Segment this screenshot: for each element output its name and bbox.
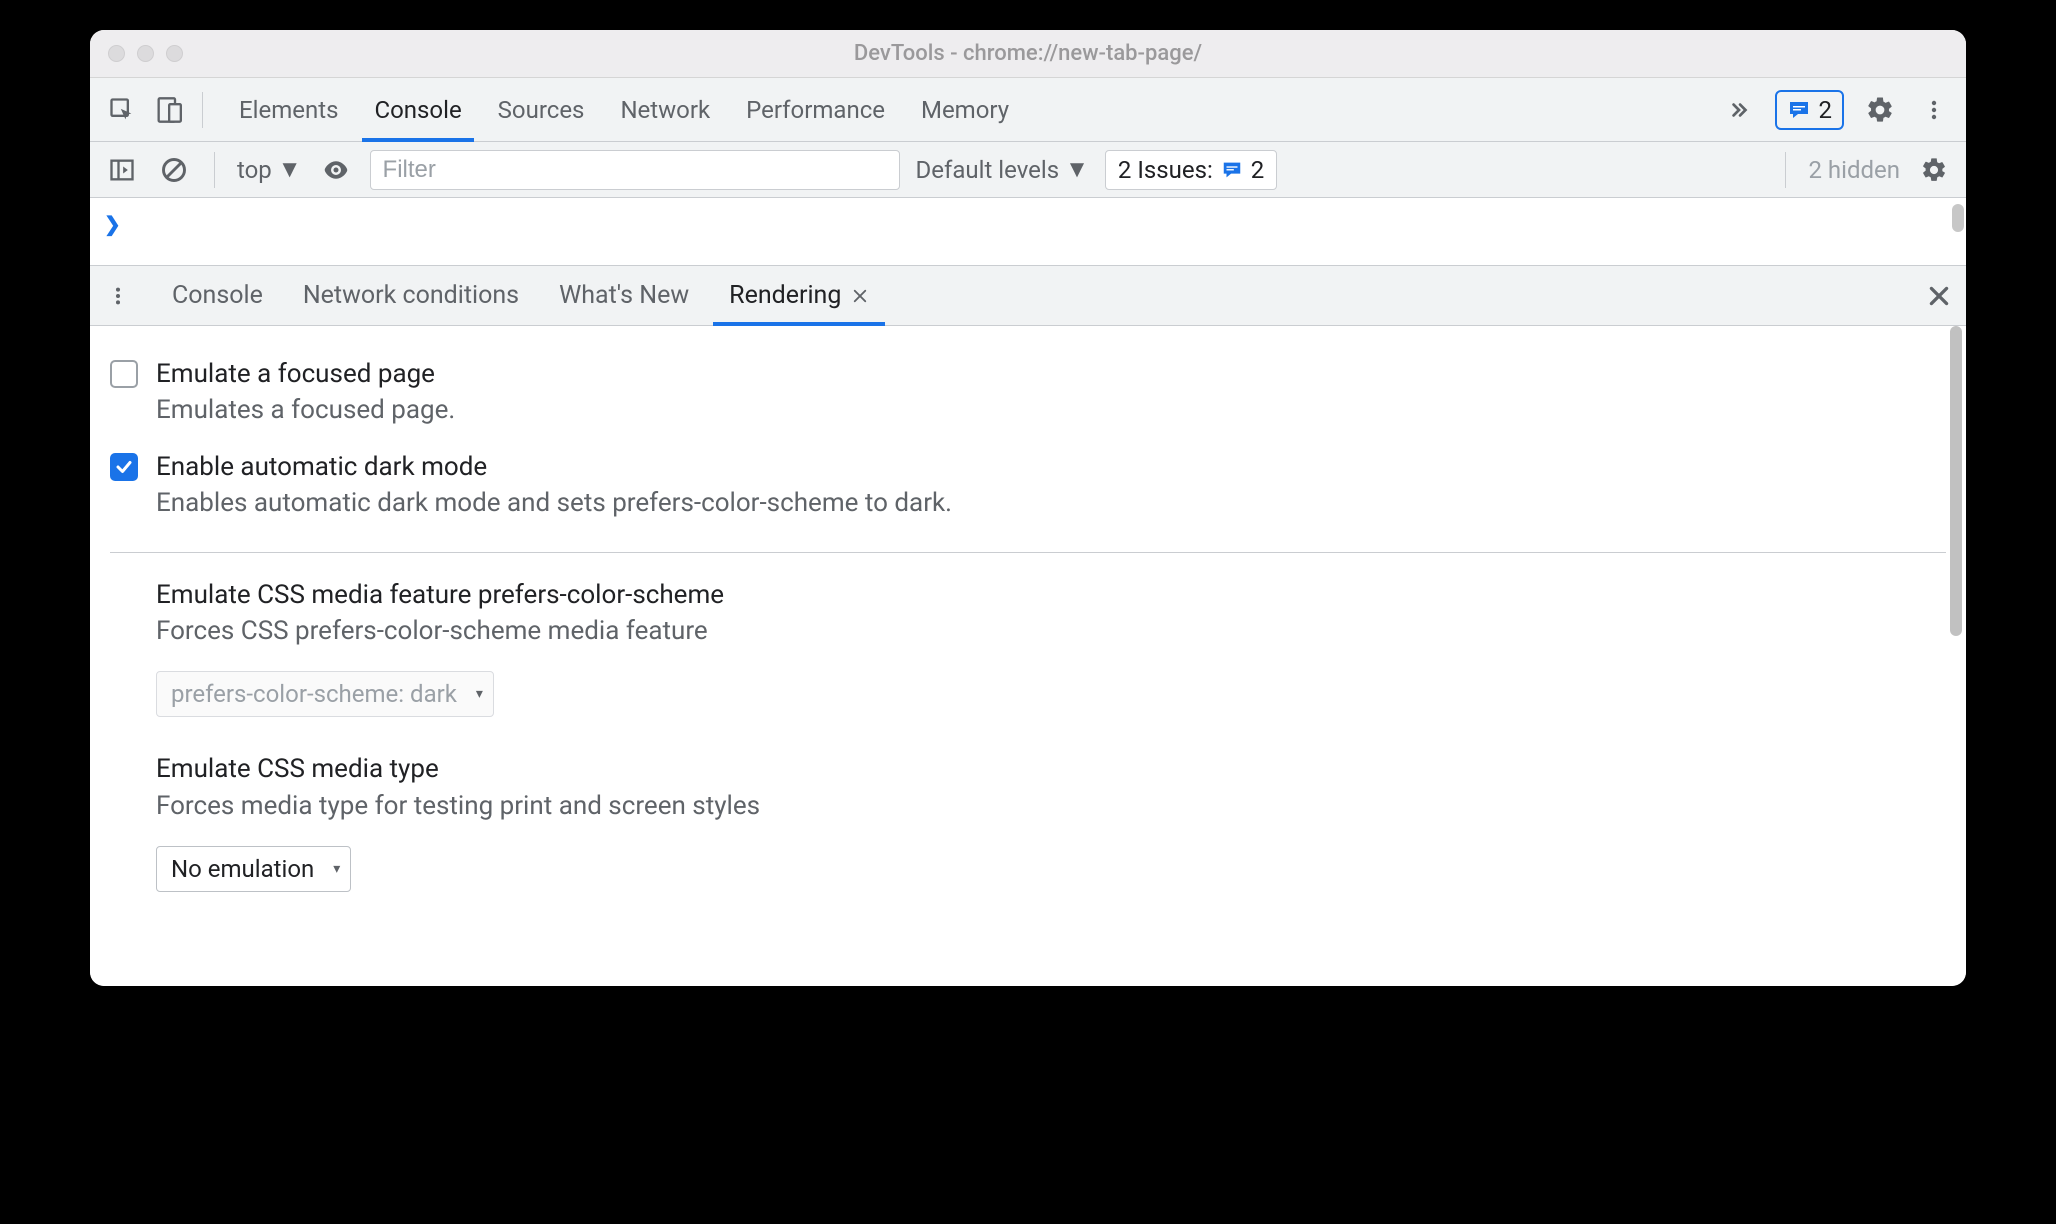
select-value: No emulation [171, 855, 314, 883]
select-media-type[interactable]: No emulation ▾ [156, 846, 351, 892]
checkbox-emulate-focused[interactable] [110, 360, 138, 388]
separator [1785, 152, 1786, 188]
tab-sources[interactable]: Sources [498, 78, 585, 141]
section-description: Forces CSS prefers-color-scheme media fe… [156, 613, 1946, 649]
message-icon [1787, 98, 1811, 122]
minimize-window-button[interactable] [137, 45, 154, 62]
chevron-down-icon: ▾ [333, 861, 340, 877]
tab-performance[interactable]: Performance [746, 78, 885, 141]
section-label: Emulate CSS media type [156, 751, 1946, 787]
settings-icon[interactable] [1862, 92, 1898, 128]
tab-elements[interactable]: Elements [239, 78, 338, 141]
main-tabs: Elements Console Sources Network Perform… [219, 78, 1711, 141]
separator [214, 152, 215, 188]
checkbox-auto-dark-mode[interactable] [110, 453, 138, 481]
select-prefers-color-scheme[interactable]: prefers-color-scheme: dark ▾ [156, 671, 494, 717]
filter-input[interactable] [370, 150, 900, 190]
more-tabs-icon[interactable] [1721, 92, 1757, 128]
titlebar: DevTools - chrome://new-tab-page/ [90, 30, 1966, 78]
kebab-menu-icon[interactable] [1916, 92, 1952, 128]
tab-memory[interactable]: Memory [921, 78, 1009, 141]
close-tab-icon[interactable] [851, 287, 869, 305]
clear-console-icon[interactable] [156, 152, 192, 188]
close-drawer-icon[interactable] [1926, 283, 1952, 309]
divider [110, 552, 1946, 553]
separator [202, 92, 203, 128]
issues-count: 2 [1251, 156, 1265, 184]
message-icon [1221, 159, 1243, 181]
drawer-tab-network-conditions[interactable]: Network conditions [303, 266, 519, 325]
drawer-tab-label: Rendering [729, 281, 841, 310]
drawer-tab-rendering[interactable]: Rendering [729, 266, 869, 325]
device-toolbar-icon[interactable] [150, 92, 186, 128]
scrollbar-thumb[interactable] [1950, 326, 1962, 636]
live-expression-icon[interactable] [318, 152, 354, 188]
context-value: top [237, 156, 272, 184]
option-description: Enables automatic dark mode and sets pre… [156, 485, 952, 521]
option-description: Emulates a focused page. [156, 392, 455, 428]
prompt-icon: ❯ [104, 212, 121, 236]
drawer-tabs: Console Network conditions What's New Re… [90, 266, 1966, 326]
option-label: Enable automatic dark mode [156, 449, 952, 485]
select-value: prefers-color-scheme: dark [171, 680, 457, 708]
toolbar-right: 2 [1721, 90, 1953, 130]
log-level-selector[interactable]: Default levels ▼ [916, 155, 1089, 184]
rendering-panel: Emulate a focused page Emulates a focuse… [90, 326, 1966, 986]
traffic-lights [90, 45, 183, 62]
issues-counter[interactable]: 2 Issues: 2 [1105, 150, 1277, 190]
devtools-window: DevTools - chrome://new-tab-page/ Elemen… [90, 30, 1966, 986]
hidden-messages[interactable]: 2 hidden [1808, 156, 1900, 184]
option-label: Emulate a focused page [156, 356, 455, 392]
tab-console[interactable]: Console [374, 78, 461, 141]
drawer-tab-whats-new[interactable]: What's New [559, 266, 689, 325]
section-description: Forces media type for testing print and … [156, 788, 1946, 824]
scrollbar-thumb[interactable] [1952, 204, 1964, 232]
console-toolbar: top ▼ Default levels ▼ 2 Issues: 2 2 hid… [90, 142, 1966, 198]
close-window-button[interactable] [108, 45, 125, 62]
chevron-down-icon: ▾ [476, 686, 483, 702]
issues-label: 2 Issues: [1118, 156, 1213, 184]
toggle-sidebar-icon[interactable] [104, 152, 140, 188]
section-label: Emulate CSS media feature prefers-color-… [156, 577, 1946, 613]
console-settings-icon[interactable] [1916, 152, 1952, 188]
window-title: DevTools - chrome://new-tab-page/ [854, 41, 1202, 66]
chevron-down-icon: ▼ [1065, 155, 1089, 184]
drawer-menu-icon[interactable] [104, 285, 132, 307]
option-emulate-focused: Emulate a focused page Emulates a focuse… [110, 346, 1946, 439]
main-toolbar: Elements Console Sources Network Perform… [90, 78, 1966, 142]
tab-network[interactable]: Network [620, 78, 710, 141]
issues-badge[interactable]: 2 [1775, 90, 1845, 130]
console-body[interactable]: ❯ [90, 198, 1966, 266]
chevron-down-icon: ▼ [278, 155, 302, 184]
section-prefers-color-scheme: Emulate CSS media feature prefers-color-… [110, 577, 1946, 718]
maximize-window-button[interactable] [166, 45, 183, 62]
inspect-element-icon[interactable] [104, 92, 140, 128]
levels-label: Default levels [916, 156, 1060, 184]
issues-count: 2 [1819, 96, 1833, 124]
option-auto-dark-mode: Enable automatic dark mode Enables autom… [110, 439, 1946, 532]
section-media-type: Emulate CSS media type Forces media type… [110, 751, 1946, 892]
drawer-tab-console[interactable]: Console [172, 266, 263, 325]
context-selector[interactable]: top ▼ [237, 155, 302, 184]
